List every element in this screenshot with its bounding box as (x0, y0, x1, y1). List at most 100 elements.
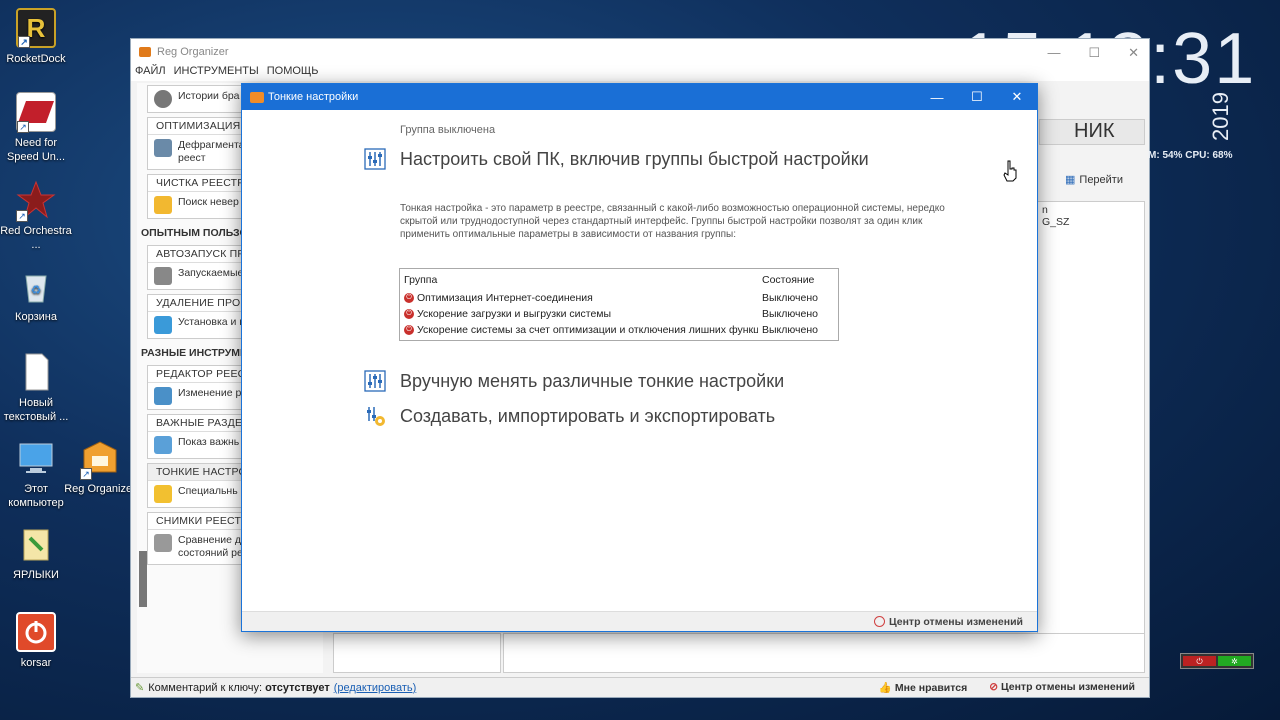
heading-text: Вручную менять различные тонкие настройк… (400, 370, 785, 391)
desktop-icon-label: Корзина (15, 311, 57, 323)
recycle-bin-icon: ♻ (16, 266, 56, 306)
sliders-gear-icon (367, 407, 385, 426)
bg-window-title: Reg Organizer (157, 46, 229, 58)
maximize-icon[interactable]: ☐ (957, 84, 997, 110)
close-icon[interactable]: ✕ (1128, 45, 1139, 61)
desktop-icon-reg-organizer[interactable]: ↗ Reg Organizer (64, 438, 136, 496)
comment-icon: ✎ (135, 682, 145, 694)
col-group[interactable]: Группа (400, 274, 758, 286)
undo-center-button[interactable]: ⊘ Центр отмены изменений (989, 681, 1135, 694)
import-export-heading[interactable]: Создавать, импортировать и экспортироват… (364, 405, 775, 427)
list-item[interactable]: G_SZ (1042, 216, 1140, 228)
dialog-body: Группа выключена Настроить свой ПК, вклю… (242, 110, 1037, 613)
power-off-icon[interactable]: ⏻ (404, 325, 414, 335)
desktop-icon-this-pc[interactable]: Этот компьютер (0, 438, 72, 510)
fine-tuning-icon (154, 485, 172, 503)
power-widget: ⏻ ✲ (1180, 653, 1254, 669)
desktop-icon-shortcuts-folder[interactable]: ЯРЛЫКИ (0, 524, 72, 582)
shutdown-icon[interactable]: ⏻ (1183, 656, 1216, 666)
desktop-icon-label: ЯРЛЫКИ (13, 569, 59, 581)
group-state: Выключено (762, 324, 818, 336)
group-state: Выключено (762, 292, 818, 304)
selection-indicator (139, 551, 147, 607)
power-off-icon[interactable]: ⏻ (404, 309, 414, 319)
desktop-icon-label: korsar (20, 657, 52, 669)
history-icon (154, 90, 172, 108)
desktop-clock-year: 2019 (1208, 92, 1233, 141)
comment-value: отсутствует (265, 681, 330, 694)
edit-comment-link[interactable]: (редактировать) (334, 682, 417, 694)
table-row[interactable]: ⏻ Ускорение системы за счет оптимизации и… (400, 322, 838, 338)
undo-icon (873, 616, 885, 627)
desktop-icon-label: Новый текстовый ... (3, 397, 69, 423)
bg-titlebar: Reg Organizer (131, 39, 1149, 65)
bg-value-list[interactable]: n G_SZ (1037, 201, 1145, 671)
undo-center-link[interactable]: Центр отмены изменений (889, 616, 1023, 628)
dialog-title: Тонкие настройки (268, 91, 359, 103)
desktop-icon-label: Этот компьютер (8, 483, 64, 509)
goto-icon: ▦ (1065, 174, 1076, 186)
power-off-icon[interactable]: ⏻ (404, 293, 414, 303)
undo-icon: ⊘ (989, 681, 1001, 693)
table-row[interactable]: ⏻ Ускорение загрузки и выгрузки системы В… (400, 306, 838, 322)
hand-cursor-icon (1003, 160, 1017, 182)
bg-bottom-panel-left (333, 633, 501, 673)
system-stats: M: 54% CPU: 68% (1148, 150, 1233, 161)
maximize-icon[interactable]: ☐ (1088, 45, 1100, 61)
bg-window-controls: — ☐ ✕ (1047, 45, 1139, 61)
important-sections-icon (154, 436, 172, 454)
desktop-icon-rocketdock[interactable]: R ↗ RocketDock (0, 8, 72, 66)
app-icon (139, 47, 151, 57)
thumbs-up-icon: 👍 (878, 682, 895, 694)
quick-groups-table: Группа Состояние ⏻ Оптимизация Интернет-с… (399, 268, 839, 341)
fine-tuning-dialog: Тонкие настройки — ☐ ✕ Группа выключена … (241, 83, 1038, 632)
manual-tweaks-heading[interactable]: Вручную менять различные тонкие настройк… (364, 370, 784, 392)
app-icon (250, 91, 264, 103)
menu-file[interactable]: ФАЙЛ (135, 65, 166, 81)
text-file-icon (16, 352, 56, 392)
bg-menubar: ФАЙЛ ИНСТРУМЕНТЫ ПОМОЩЬ (131, 65, 1149, 81)
power-icon (16, 612, 56, 652)
sliders-icon (364, 370, 386, 392)
red-orchestra-icon: ↗ (16, 180, 56, 222)
desktop-icon-label: Reg Organizer (64, 483, 136, 495)
desktop-icon-need-for-speed[interactable]: ↗ Need for Speed Un... (0, 92, 72, 164)
group-name: Ускорение загрузки и выгрузки системы (417, 308, 612, 320)
dialog-status-bar: Центр отмены изменений (242, 611, 1037, 631)
col-state[interactable]: Состояние (758, 274, 838, 286)
desktop-icon-red-orchestra[interactable]: ↗ Red Orchestra ... (0, 180, 72, 252)
desktop-icon-label: RocketDock (6, 53, 66, 65)
description-text: Тонкая настройка - это параметр в реестр… (400, 203, 945, 240)
group-name: Ускорение системы за счет оптимизации и … (417, 324, 758, 336)
bg-bottom-panel-right (503, 633, 1145, 673)
group-state: Выключено (762, 308, 818, 320)
search-registry-icon (154, 196, 172, 214)
dialog-window-controls: — ☐ ✕ (917, 84, 1037, 110)
desktop-icon-new-text-file[interactable]: Новый текстовый ... (0, 352, 72, 424)
desktop-icon-korsar[interactable]: korsar (0, 612, 72, 670)
minimize-icon[interactable]: — (917, 84, 957, 110)
need-for-speed-icon: ↗ (16, 92, 56, 133)
snapshot-icon (154, 534, 172, 552)
minimize-icon[interactable]: — (1047, 45, 1060, 61)
list-item[interactable]: n (1042, 204, 1140, 216)
defrag-icon (154, 139, 172, 157)
like-button[interactable]: 👍 Мне нравится (879, 681, 967, 694)
group-status: Группа выключена (400, 124, 496, 136)
quick-groups-heading[interactable]: Настроить свой ПК, включив группы быстро… (364, 148, 869, 170)
menu-help[interactable]: ПОМОЩЬ (267, 65, 319, 81)
menu-tools[interactable]: ИНСТРУМЕНТЫ (174, 65, 259, 81)
desktop-icon-recycle-bin[interactable]: ♻ Корзина (0, 266, 72, 324)
desktop-icon-label: Red Orchestra ... (0, 225, 72, 251)
bg-status-bar: ✎ Комментарий к ключу: отсутствует (реда… (131, 677, 1149, 697)
close-icon[interactable]: ✕ (997, 84, 1037, 110)
svg-text:♻: ♻ (31, 283, 42, 297)
reg-organizer-icon: ↗ (80, 438, 120, 480)
folder-icon (16, 524, 56, 564)
goto-label: Перейти (1079, 173, 1123, 186)
table-row[interactable]: ⏻ Оптимизация Интернет-соединения Выключе… (400, 290, 838, 306)
goto-button[interactable]: ▦ Перейти (1065, 173, 1123, 187)
sleep-icon[interactable]: ✲ (1218, 656, 1251, 666)
desktop-icon-label: Need for Speed Un... (6, 137, 66, 163)
uninstall-icon (154, 316, 172, 334)
